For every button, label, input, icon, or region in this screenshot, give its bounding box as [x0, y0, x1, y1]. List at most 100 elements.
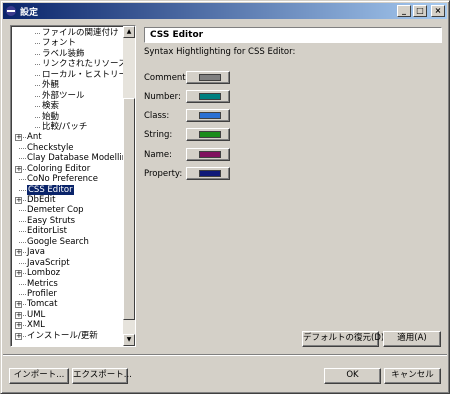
- tree-item[interactable]: 始動: [13, 112, 123, 122]
- tree-item-label: 始動: [42, 111, 60, 122]
- expand-icon[interactable]: +: [15, 301, 22, 309]
- minimize-button[interactable]: _: [397, 5, 411, 17]
- tree-item-label: CoNo Preference: [27, 174, 98, 185]
- tree-item-label: DbEdit: [27, 195, 56, 205]
- tree-item[interactable]: リンクされたリソース: [13, 59, 127, 69]
- export-button[interactable]: エクスポート...: [72, 368, 132, 384]
- tree-item[interactable]: + UML: [13, 310, 123, 320]
- color-swatch: [199, 112, 221, 119]
- tree-item[interactable]: フォント: [13, 38, 123, 48]
- tree-list: ファイルの関連付け フォント ラベル装飾 リンクされたリソース ローカル・ヒストリー 外観…: [13, 28, 133, 341]
- tree-item[interactable]: ローカル・ヒストリー: [13, 70, 127, 80]
- tree-item[interactable]: CoNo Preference: [13, 174, 123, 184]
- tree-item[interactable]: + Lomboz: [13, 268, 123, 278]
- color-swatch: [199, 74, 221, 81]
- color-setting-label: Class:: [144, 111, 170, 121]
- color-picker-button[interactable]: [186, 71, 230, 84]
- color-picker-button[interactable]: [186, 90, 230, 103]
- tree-item[interactable]: Easy Struts: [13, 216, 123, 226]
- tree-item[interactable]: + Tomcat: [13, 299, 123, 309]
- expand-icon[interactable]: +: [15, 311, 22, 319]
- tree-item-label: Tomcat: [27, 299, 58, 310]
- color-picker-button[interactable]: [186, 128, 230, 141]
- page-title: CSS Editor: [144, 27, 442, 43]
- tree-item-label: 検索: [42, 101, 60, 112]
- title-bar[interactable]: 設定 _ □ ×: [3, 3, 447, 19]
- tree-item-label: Easy Struts: [27, 215, 76, 226]
- tree-item[interactable]: + Coloring Editor: [13, 164, 123, 174]
- tree-item[interactable]: EditorList: [13, 226, 123, 236]
- tree-item[interactable]: + Ant: [13, 132, 123, 142]
- color-picker-button[interactable]: [186, 109, 230, 122]
- color-swatch: [199, 93, 221, 100]
- tree-item-label: Profiler: [27, 288, 57, 299]
- eclipse-app-icon: [5, 5, 17, 17]
- color-setting-label: Comment:: [144, 73, 189, 83]
- color-swatch: [199, 131, 221, 138]
- footer-separator: [3, 354, 447, 356]
- expand-icon[interactable]: +: [15, 322, 22, 330]
- color-setting-label: Property:: [144, 169, 183, 179]
- tree-item-label: Metrics: [27, 278, 58, 289]
- apply-button[interactable]: 適用(A): [383, 331, 441, 347]
- tree-item-label: フォント: [42, 38, 77, 49]
- tree-item[interactable]: 比較/パッチ: [13, 122, 123, 132]
- tree-item[interactable]: + インストール/更新: [13, 331, 123, 341]
- tree-item[interactable]: Checkstyle: [13, 143, 123, 153]
- scroll-down-button[interactable]: ▼: [123, 334, 135, 346]
- tree-item-label: UML: [27, 309, 46, 320]
- tree-item[interactable]: 外部ツール: [13, 91, 123, 101]
- scroll-up-button[interactable]: ▲: [123, 26, 135, 38]
- tree-item-label: ファイルの関連付け: [42, 28, 119, 38]
- tree-item[interactable]: Clay Database Modelling: [13, 153, 133, 163]
- tree-item[interactable]: ファイルの関連付け: [13, 28, 123, 38]
- page-description: Syntax Hightlighting for CSS Editor:: [144, 47, 296, 57]
- tree-item-label: Checkstyle: [27, 142, 74, 153]
- expand-icon[interactable]: +: [15, 165, 22, 173]
- close-button[interactable]: ×: [431, 5, 445, 17]
- expand-icon[interactable]: +: [15, 134, 22, 142]
- tree-item[interactable]: Metrics: [13, 279, 123, 289]
- tree-vertical-scrollbar[interactable]: ▲ ▼: [123, 26, 135, 346]
- scroll-thumb[interactable]: [123, 98, 135, 320]
- import-button[interactable]: インポート...: [9, 368, 69, 384]
- color-picker-button[interactable]: [186, 148, 230, 161]
- tree-item-label: 外部ツール: [42, 90, 85, 101]
- tree-item-label: Google Search: [27, 236, 89, 247]
- tree-item-label: ラベル装飾: [42, 48, 85, 59]
- tree-item-label: CSS Editor: [27, 184, 74, 196]
- expand-icon[interactable]: +: [15, 249, 22, 257]
- color-swatch: [199, 151, 221, 158]
- tree-item[interactable]: Google Search: [13, 237, 123, 247]
- tree-item[interactable]: + DbEdit: [13, 195, 123, 205]
- expand-icon[interactable]: +: [15, 270, 22, 278]
- expand-icon[interactable]: +: [15, 332, 22, 340]
- tree-item[interactable]: 外観: [13, 80, 123, 90]
- tree-item[interactable]: CSS Editor: [13, 184, 123, 196]
- restore-defaults-button[interactable]: デフォルトの復元(D): [302, 331, 384, 347]
- tree-item[interactable]: + XML: [13, 320, 123, 330]
- cancel-button[interactable]: キャンセル: [384, 368, 441, 384]
- tree-item[interactable]: ラベル装飾: [13, 49, 123, 59]
- tree-item-label: リンクされたリソース: [42, 59, 127, 70]
- preferences-window: 設定 _ □ × ファイルの関連付け フォント ラベル装飾 リンクされたリソース ローカ…: [0, 0, 450, 394]
- color-setting-label: Name:: [144, 150, 172, 160]
- tree-item[interactable]: JavaScript: [13, 258, 123, 268]
- tree-item-label: インストール/更新: [27, 330, 98, 341]
- tree-item[interactable]: Demeter Cop: [13, 205, 123, 215]
- maximize-button[interactable]: □: [413, 5, 427, 17]
- tree-item-label: Coloring Editor: [27, 163, 91, 174]
- preferences-tree[interactable]: ファイルの関連付け フォント ラベル装飾 リンクされたリソース ローカル・ヒストリー 外観…: [10, 25, 136, 347]
- tree-item-label: 比較/パッチ: [42, 121, 88, 132]
- color-setting-label: Number:: [144, 92, 181, 102]
- ok-button[interactable]: OK: [324, 368, 381, 384]
- tree-item[interactable]: Profiler: [13, 289, 123, 299]
- color-swatch: [199, 170, 221, 177]
- color-setting-label: String:: [144, 130, 173, 140]
- tree-item-label: ローカル・ヒストリー: [42, 69, 128, 80]
- tree-item[interactable]: 検索: [13, 101, 123, 111]
- color-picker-button[interactable]: [186, 167, 230, 180]
- tree-item-label: Java: [27, 247, 45, 258]
- tree-item[interactable]: + Java: [13, 247, 123, 257]
- expand-icon[interactable]: +: [15, 197, 22, 204]
